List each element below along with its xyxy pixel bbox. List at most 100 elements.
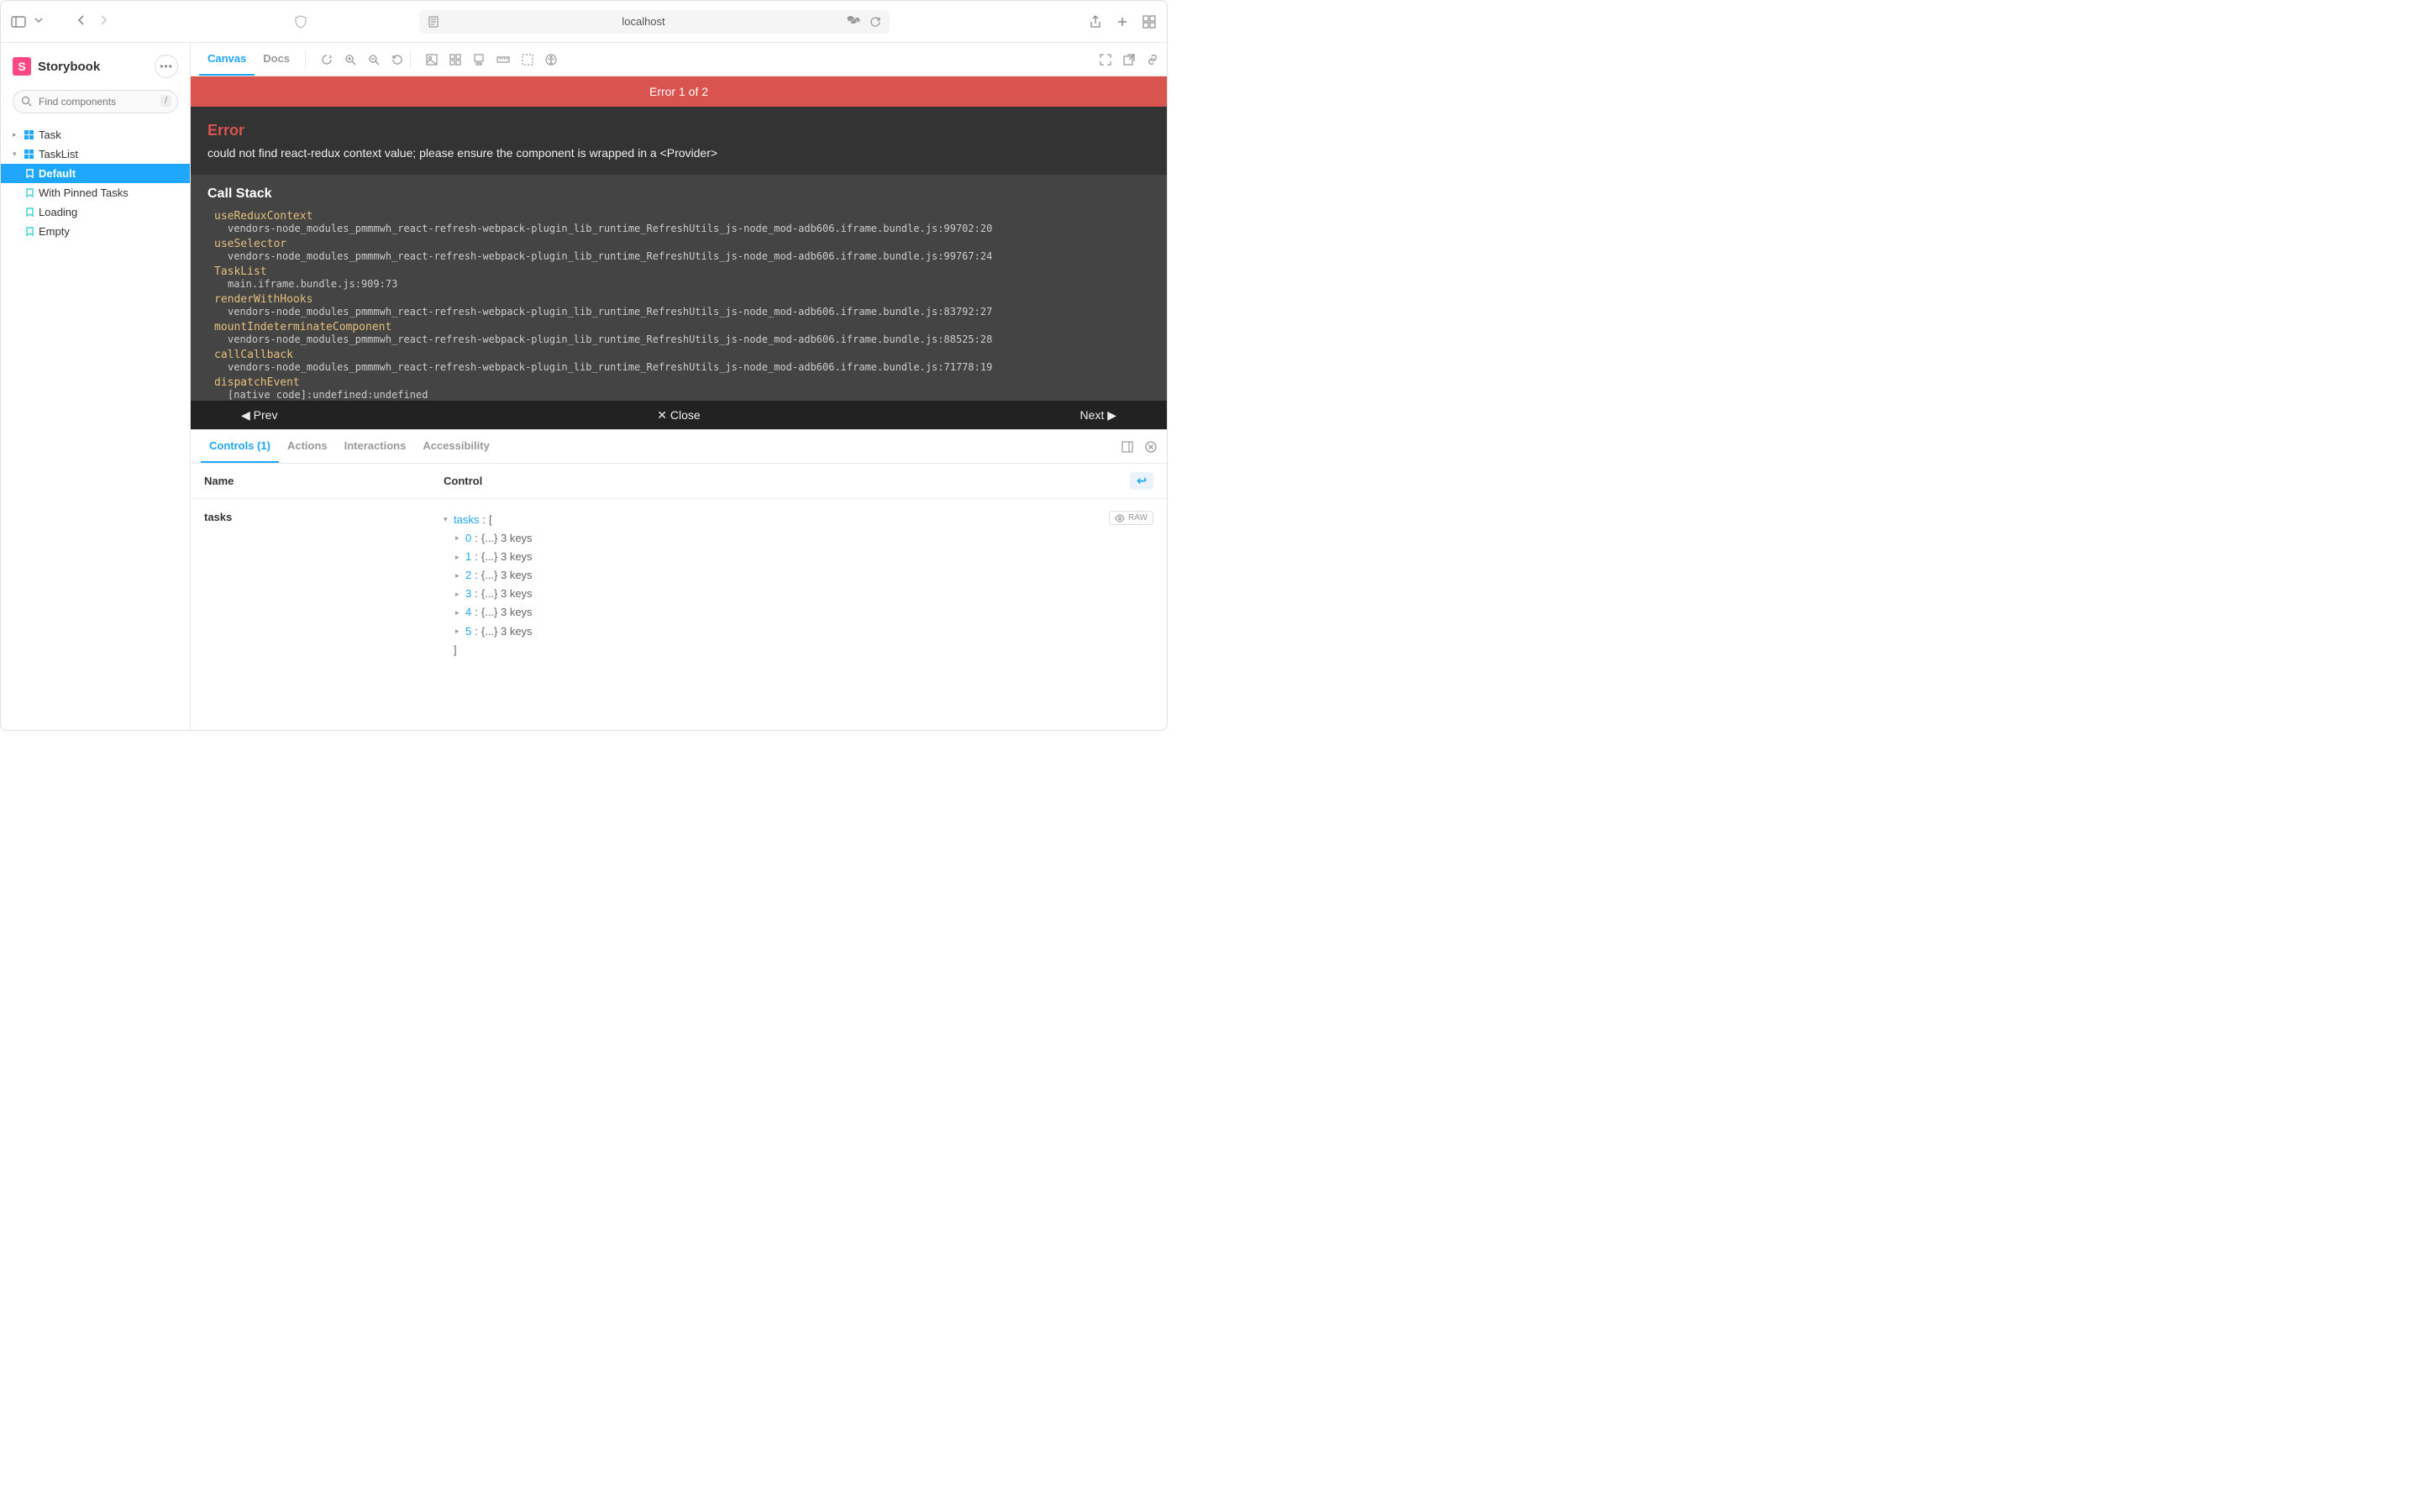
tab-canvas[interactable]: Canvas [199,43,255,76]
shield-icon[interactable] [293,14,308,29]
background-icon[interactable] [426,54,438,66]
sidebar-toggle-icon[interactable] [11,14,26,29]
search-shortcut: / [160,95,171,107]
control-arg-value: RAW ▾ tasks : [ ▸0 : {...} 3 keys ▸1 : {… [444,511,1153,659]
addons-tab-a11y[interactable]: Accessibility [414,430,498,463]
stack-loc: vendors-node_modules_pmmmwh_react-refres… [207,333,1150,345]
addons-tab-controls[interactable]: Controls (1) [201,430,279,463]
chevron-down-icon[interactable] [34,18,43,26]
tab-docs[interactable]: Docs [255,43,298,76]
json-item[interactable]: ▸5 : {...} 3 keys [444,622,1153,641]
accessibility-icon[interactable] [545,54,557,66]
json-close: ] [444,641,1153,659]
stack-fn: useReduxContext [207,210,1150,223]
bookmark-icon [26,227,34,236]
tree-story-loading[interactable]: Loading [1,202,190,222]
json-item[interactable]: ▸2 : {...} 3 keys [444,566,1153,585]
header-name: Name [204,475,444,487]
component-icon [24,150,34,159]
toolbar: Canvas Docs [191,43,1167,76]
error-banner: Error 1 of 2 [191,76,1167,107]
zoom-out-icon[interactable] [368,54,380,66]
control-arg-name: tasks [204,511,444,659]
tree-story-empty[interactable]: Empty [1,222,190,241]
stack-loc: vendors-node_modules_pmmmwh_react-refres… [207,223,1150,234]
brand[interactable]: S Storybook [13,57,100,76]
json-item[interactable]: ▸1 : {...} 3 keys [444,548,1153,566]
forward-icon [98,15,112,29]
addons-close-icon[interactable] [1145,441,1157,453]
component-icon [24,130,34,139]
stack-loc: vendors-node_modules_pmmmwh_react-refres… [207,250,1150,262]
canvas-error-overlay: Error 1 of 2 Error could not find react-… [191,76,1167,429]
error-nav: ◀︎ Prev ✕ Close Next ▶︎ [191,401,1167,429]
viewport-icon[interactable] [473,54,485,66]
header-control: Control [444,475,482,487]
stack-fn: TaskList [207,265,1150,278]
error-close-button[interactable]: ✕ Close [657,408,700,422]
stack-loc: vendors-node_modules_pmmmwh_react-refres… [207,306,1150,318]
reader-icon[interactable] [426,14,441,29]
tabs-icon[interactable] [1142,14,1157,29]
json-root[interactable]: ▾ tasks : [ [444,511,1153,529]
stack-fn: useSelector [207,238,1150,250]
chevron-down-icon: ▾ [13,150,19,159]
reset-controls-button[interactable]: ↩ [1130,472,1153,490]
tree-item-label: Task [39,129,61,141]
sidebar: S Storybook ••• / ▸ Task ▾ [1,43,191,732]
addons-tab-interactions[interactable]: Interactions [336,430,415,463]
bookmark-icon [26,188,34,197]
stack-loc: main.iframe.bundle.js:909:73 [207,278,1150,290]
search-input[interactable] [13,90,178,113]
callstack-title: Call Stack [207,186,1150,202]
tree-item-task[interactable]: ▸ Task [1,125,190,144]
search-icon [21,96,32,107]
zoom-in-icon[interactable] [344,54,356,66]
back-icon[interactable] [76,15,90,29]
json-item[interactable]: ▸0 : {...} 3 keys [444,529,1153,548]
json-item[interactable]: ▸4 : {...} 3 keys [444,603,1153,622]
brand-name: Storybook [38,60,100,74]
grid-icon[interactable] [449,54,461,66]
search-container: / [13,90,178,113]
chevron-right-icon: ▸ [13,130,19,139]
reload-icon[interactable] [868,14,883,29]
stack-loc: [native code]:undefined:undefined [207,389,1150,401]
error-next-button[interactable]: Next ▶︎ [1080,408,1116,423]
address-bar[interactable]: localhost 🗫 [419,10,890,34]
tree-item-tasklist[interactable]: ▾ TaskList [1,144,190,164]
tree-story-label: Empty [39,225,70,238]
error-message: could not find react-redux context value… [207,146,1150,160]
json-item[interactable]: ▸3 : {...} 3 keys [444,585,1153,603]
share-icon[interactable] [1088,14,1103,29]
error-title: Error [207,122,1150,139]
error-prev-button[interactable]: ◀︎ Prev [241,408,277,423]
controls-header: Name Control ↩ [191,464,1167,499]
storybook-logo-icon: S [13,57,31,76]
sidebar-menu-button[interactable]: ••• [155,55,178,78]
raw-toggle-button[interactable]: RAW [1109,511,1153,525]
addons-tab-actions[interactable]: Actions [279,430,336,463]
tree-story-default[interactable]: Default [1,164,190,183]
zoom-reset-icon[interactable] [391,54,403,66]
stack-fn: callCallback [207,349,1150,361]
measure-icon[interactable] [496,55,510,64]
component-tree: ▸ Task ▾ TaskList Default [1,125,190,241]
bookmark-icon [26,169,34,178]
addons-orientation-icon[interactable] [1121,441,1133,453]
new-tab-icon[interactable] [1115,14,1130,29]
callstack-list: useReduxContextvendors-node_modules_pmmm… [207,210,1150,401]
outline-icon[interactable] [522,54,533,66]
open-tab-icon[interactable] [1123,54,1135,66]
address-text: localhost [448,15,839,28]
remount-icon[interactable] [321,54,333,66]
stack-fn: mountIndeterminateComponent [207,321,1150,333]
link-icon[interactable] [1147,54,1158,66]
tree-story-with-pinned[interactable]: With Pinned Tasks [1,183,190,202]
addons-panel: Controls (1) Actions Interactions Access… [191,429,1167,732]
translate-icon[interactable]: 🗫 [846,14,861,29]
stack-fn: renderWithHooks [207,293,1150,306]
stack-fn: dispatchEvent [207,376,1150,389]
fullscreen-icon[interactable] [1100,54,1111,66]
tree-story-label: Loading [39,206,77,218]
